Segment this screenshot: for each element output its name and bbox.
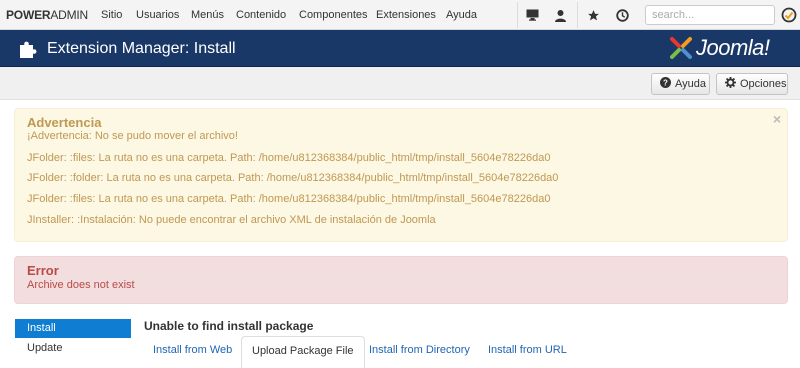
menu-item-menus[interactable]: Menús [191, 9, 224, 21]
help-button-label: Ayuda [675, 78, 706, 90]
warning-message: JFolder: :files: La ruta no es una carpe… [27, 193, 551, 205]
menu-item-sitio[interactable]: Sitio [101, 9, 122, 21]
joomla-badge-icon[interactable] [781, 7, 797, 23]
brand-logo[interactable]: POWERADMIN [6, 8, 88, 22]
menu-item-componentes[interactable]: Componentes [299, 9, 368, 21]
svg-text:?: ? [663, 79, 668, 88]
brand-accent: ADMIN [50, 8, 89, 22]
warning-message: ¡Advertencia: No se pudo mover el archiv… [27, 130, 238, 142]
warning-heading: Advertencia [27, 115, 102, 130]
brand-main: POWER [6, 8, 51, 22]
sidebar-item-update[interactable]: Update [15, 339, 131, 358]
menu-item-contenido[interactable]: Contenido [236, 9, 286, 21]
tab-install-from-web[interactable]: Install from Web [143, 336, 242, 368]
menu-item-ayuda[interactable]: Ayuda [446, 9, 477, 21]
install-tabs: Install from Web Upload Package File Ins… [141, 336, 800, 368]
question-icon: ? [660, 77, 671, 91]
joomla-logo-text: Joomla! [696, 35, 770, 60]
menu-item-extensiones[interactable]: Extensiones [376, 9, 436, 21]
tab-install-from-directory[interactable]: Install from Directory [359, 336, 480, 368]
error-alert: Error Archive does not exist [14, 256, 788, 304]
joomla-logo-icon [670, 37, 692, 59]
star-icon[interactable] [586, 8, 600, 22]
page-header: Extension Manager: Install Joomla! [0, 30, 800, 67]
options-button-label: Opciones [740, 78, 787, 90]
user-icon[interactable] [553, 8, 567, 22]
close-icon[interactable]: × [773, 111, 781, 127]
warning-message: JFolder: :files: La ruta no es una carpe… [27, 152, 551, 164]
warning-alert: × Advertencia ¡Advertencia: No se pudo m… [14, 108, 788, 242]
puzzle-icon [17, 39, 37, 59]
menu-item-usuarios[interactable]: Usuarios [136, 9, 179, 21]
help-button[interactable]: ? Ayuda [651, 73, 710, 95]
tab-upload-package-file[interactable]: Upload Package File [241, 336, 365, 368]
monitor-icon[interactable] [525, 8, 539, 22]
error-message: Archive does not exist [27, 279, 135, 291]
toolbar: ? Ayuda Opciones [0, 67, 800, 100]
top-navbar: POWERADMIN Sitio Usuarios Menús Contenid… [0, 0, 800, 30]
sidebar-item-install[interactable]: Install [15, 319, 131, 338]
nav-divider [577, 2, 578, 28]
page-title: Extension Manager: Install [47, 40, 236, 57]
tab-install-from-url[interactable]: Install from URL [478, 336, 577, 368]
options-button[interactable]: Opciones [716, 73, 788, 95]
error-heading: Error [27, 263, 59, 278]
gear-icon [725, 77, 736, 91]
nav-divider [517, 2, 518, 28]
joomla-logo: Joomla! [668, 34, 770, 62]
install-heading: Unable to find install package [144, 319, 314, 333]
search-input[interactable] [645, 5, 775, 25]
warning-message: JInstaller: :Instalación: No puede encon… [27, 214, 436, 226]
clock-icon[interactable] [615, 8, 629, 22]
warning-message: JFolder: :folder: La ruta no es una carp… [27, 172, 559, 184]
